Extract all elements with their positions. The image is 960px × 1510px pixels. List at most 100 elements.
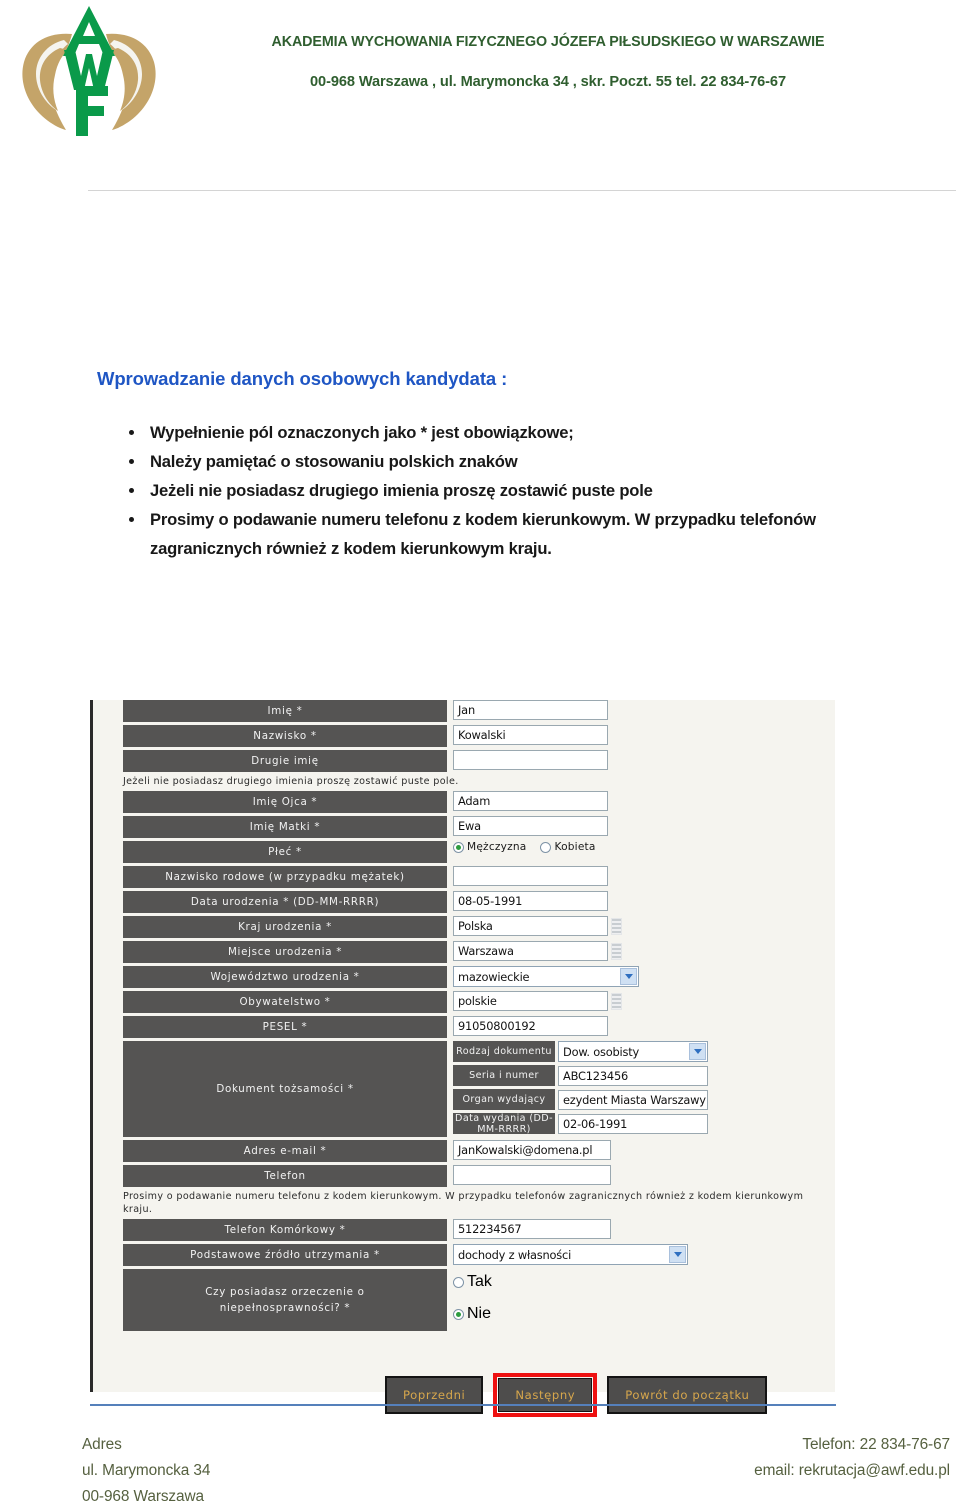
university-name: AKADEMIA WYCHOWANIA FIZYCZNEGO JÓZEFA PI… [271, 34, 825, 50]
list-item: Należy pamiętać o stosowaniu polskich zn… [105, 447, 835, 476]
input-first-name[interactable]: Jan [453, 700, 608, 720]
footer-phone: Telefon: 22 834-76-67 [802, 1436, 950, 1453]
instruction-text: Prosimy o podawanie numeru telefonu z ko… [150, 510, 816, 558]
field-row-birth-place: Miejsce urodzenia * Warszawa [123, 941, 823, 963]
label-issuing-authority: Organ wydający [453, 1089, 555, 1110]
input-issuing-authority[interactable]: ezydent Miasta Warszawy [558, 1089, 708, 1110]
input-document-number[interactable]: ABC123456 [558, 1065, 708, 1086]
form-table: Imię * Jan Nazwisko * Kowalski Drugie im… [123, 700, 823, 1334]
label-birth-date: Data urodzenia * (DD-MM-RRRR) [123, 891, 447, 913]
list-item: Jeżeli nie posiadasz drugiego imienia pr… [105, 476, 835, 505]
field-row-middle-name: Drugie imię [123, 750, 823, 772]
list-item: Wypełnienie pól oznaczonych jako * jest … [105, 418, 835, 447]
label-disability-line2: niepełnosprawności? * [219, 1302, 351, 1314]
label-citizenship: Obywatelstwo * [123, 991, 447, 1013]
input-mother-name[interactable]: Ewa [453, 816, 608, 836]
label-mobile: Telefon Komórkowy * [123, 1219, 447, 1241]
radio-disability-yes[interactable]: Tak [453, 1273, 492, 1291]
radio-label-no: Nie [467, 1305, 492, 1322]
field-row-father-name: Imię Ojca * Adam [123, 791, 823, 813]
form-button-row: Poprzedni Następny Powrót do początku [385, 1373, 768, 1417]
label-document-type: Rodzaj dokumentu [453, 1041, 555, 1062]
label-document-number: Seria i numer [453, 1065, 555, 1086]
label-disability: Czy posiadasz orzeczenie o niepełnospraw… [123, 1269, 447, 1331]
field-row-mother-name: Imię Matki * Ewa [123, 816, 823, 838]
radio-gender-female[interactable]: Kobieta [540, 841, 595, 853]
radio-disability-no[interactable]: Nie [453, 1305, 492, 1323]
input-birth-date[interactable]: 08-05-1991 [453, 891, 608, 911]
label-gender: Płeć * [123, 841, 447, 863]
select-voivodeship[interactable]: mazowieckie [453, 966, 639, 987]
label-email: Adres e-mail * [123, 1140, 447, 1162]
field-row-identity-document: Dokument tożsamości * Rodzaj dokumentu D… [123, 1041, 823, 1137]
footer-address-label: Adres [82, 1436, 122, 1453]
bullet-dot-icon [129, 517, 134, 522]
select-document-type[interactable]: Dow. osobisty [558, 1041, 708, 1062]
label-phone: Telefon [123, 1165, 447, 1187]
radio-group-disability: Tak Nie [453, 1269, 492, 1323]
footer-address-street: ul. Marymoncka 34 [82, 1462, 211, 1479]
input-birth-country[interactable]: Polska [453, 916, 608, 936]
select-voivodeship-value: mazowieckie [458, 969, 530, 984]
instruction-list: Wypełnienie pól oznaczonych jako * jest … [105, 418, 835, 563]
footer-email: email: rekrutacja@awf.edu.pl [754, 1462, 950, 1479]
input-issue-date[interactable]: 02-06-1991 [558, 1113, 708, 1134]
radio-selected-icon [453, 1308, 464, 1320]
radio-unselected-icon [540, 841, 552, 853]
input-mobile[interactable]: 512234567 [453, 1219, 611, 1239]
input-citizenship[interactable]: polskie [453, 991, 608, 1011]
input-father-name[interactable]: Adam [453, 791, 608, 811]
input-birth-place[interactable]: Warszawa [453, 941, 608, 961]
autocomplete-scroll-icon [611, 992, 622, 1010]
input-email[interactable]: JanKowalski@domena.pl [453, 1140, 611, 1160]
chevron-down-icon [689, 1043, 706, 1060]
awf-logo [14, 4, 164, 144]
bullet-dot-icon [129, 459, 134, 464]
bullet-dot-icon [129, 430, 134, 435]
radio-group-gender: Mężczyzna Kobieta [453, 841, 596, 853]
list-item: Prosimy o podawanie numeru telefonu z ko… [105, 505, 835, 563]
input-phone[interactable] [453, 1165, 611, 1185]
field-row-voivodeship: Województwo urodzenia * mazowieckie [123, 966, 823, 988]
footer-address-city: 00-968 Warszawa [82, 1488, 204, 1505]
input-maiden-name[interactable] [453, 866, 608, 886]
university-address: 00-968 Warszawa , ul. Marymoncka 34 , sk… [310, 74, 786, 90]
label-last-name: Nazwisko * [123, 725, 447, 747]
document-header: AKADEMIA WYCHOWANIA FIZYCZNEGO JÓZEFA PI… [0, 0, 960, 155]
autocomplete-scroll-icon [611, 917, 622, 935]
autocomplete-scroll-icon [611, 942, 622, 960]
label-birth-country: Kraj urodzenia * [123, 916, 447, 938]
header-divider [88, 190, 956, 191]
subfield-issuing-authority: Organ wydający ezydent Miasta Warszawy [453, 1089, 823, 1110]
label-voivodeship: Województwo urodzenia * [123, 966, 447, 988]
page-title: Wprowadzanie danych osobowych kandydata … [97, 368, 508, 389]
next-button-highlight: Następny [493, 1373, 598, 1417]
field-row-birth-country: Kraj urodzenia * Polska [123, 916, 823, 938]
instruction-text: Wypełnienie pól oznaczonych jako * jest … [150, 423, 574, 442]
label-maiden-name: Nazwisko rodowe (w przypadku mężatek) [123, 866, 447, 888]
chevron-down-icon [669, 1246, 686, 1263]
radio-label-yes: Tak [467, 1273, 492, 1290]
label-identity-document: Dokument tożsamości * [123, 1041, 447, 1137]
return-to-start-button[interactable]: Powrót do początku [607, 1376, 768, 1414]
label-income-source: Podstawowe źródło utrzymania * [123, 1244, 447, 1266]
field-row-citizenship: Obywatelstwo * polskie [123, 991, 823, 1013]
select-income-source[interactable]: dochody z własności [453, 1244, 688, 1265]
field-row-phone: Telefon [123, 1165, 823, 1187]
field-row-first-name: Imię * Jan [123, 700, 823, 722]
label-mother-name: Imię Matki * [123, 816, 447, 838]
next-button[interactable]: Następny [498, 1378, 593, 1412]
input-middle-name[interactable] [453, 750, 608, 770]
label-issue-date: Data wydania (DD-MM-RRRR) [453, 1113, 555, 1135]
hint-phone: Prosimy o podawanie numeru telefonu z ko… [123, 1191, 804, 1215]
previous-button[interactable]: Poprzedni [385, 1376, 484, 1414]
field-row-income-source: Podstawowe źródło utrzymania * dochody z… [123, 1244, 823, 1266]
input-last-name[interactable]: Kowalski [453, 725, 608, 745]
input-pesel[interactable]: 91050800192 [453, 1016, 608, 1036]
radio-gender-male[interactable]: Mężczyzna [453, 841, 526, 853]
field-row-gender: Płeć * Mężczyzna Kobieta [123, 841, 823, 863]
label-first-name: Imię * [123, 700, 447, 722]
form-bottom-divider [90, 1404, 836, 1406]
label-disability-line1: Czy posiadasz orzeczenie o [205, 1286, 365, 1298]
radio-label-male: Mężczyzna [467, 841, 527, 853]
